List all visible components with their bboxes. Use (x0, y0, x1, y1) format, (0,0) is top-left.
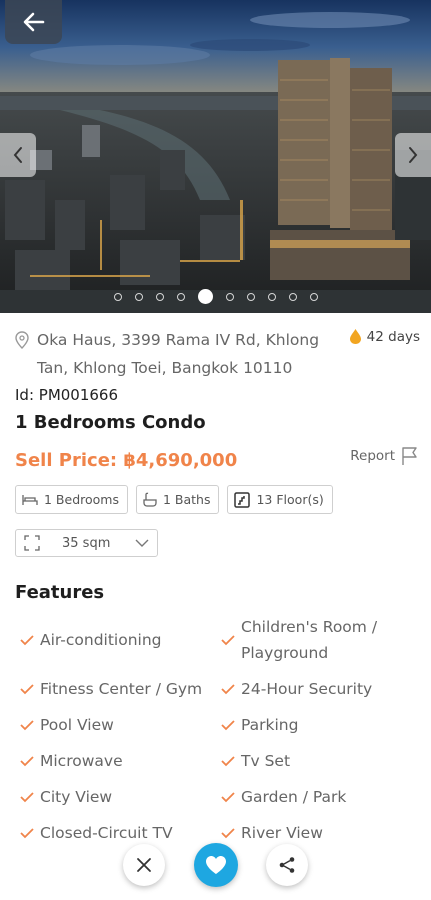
feature-item: Pool View (18, 712, 114, 738)
report-button[interactable]: Report (350, 446, 419, 466)
bathtub-icon (143, 492, 157, 507)
flag-icon (402, 447, 417, 465)
floor-label: 13 Floor(s) (256, 492, 324, 507)
location-pin-icon (15, 331, 29, 349)
favorite-button[interactable] (194, 843, 238, 887)
stairs-icon (234, 491, 251, 508)
heart-icon (206, 856, 226, 874)
expand-arrows-icon (24, 535, 40, 551)
property-address: Oka Haus, 3399 Rama IV Rd, Khlong Tan, K… (37, 331, 320, 377)
check-icon (20, 756, 34, 767)
baths-chip: 1 Baths (135, 485, 220, 514)
property-title: 1 Bedrooms Condo (15, 412, 206, 433)
arrow-left-icon (23, 12, 44, 32)
property-photo (0, 0, 431, 313)
feature-item: Fitness Center / Gym (18, 676, 202, 702)
feature-item: Microwave (18, 748, 123, 774)
check-icon (20, 684, 34, 695)
previous-photo-button[interactable] (0, 133, 36, 177)
pagination-dot[interactable] (134, 292, 143, 301)
close-icon (137, 858, 151, 872)
check-icon (221, 756, 235, 767)
dismiss-button[interactable] (123, 844, 165, 886)
gallery-pagination (0, 289, 431, 304)
pagination-dot-active[interactable] (197, 289, 213, 304)
feature-item: Parking (219, 712, 298, 738)
size-selector[interactable]: 35 sqm (15, 529, 158, 557)
pagination-dot[interactable] (225, 292, 234, 301)
pagination-dot[interactable] (176, 292, 185, 301)
feature-item: Children's Room / Playground (219, 614, 419, 666)
pagination-dot[interactable] (113, 292, 122, 301)
chevron-left-icon (13, 147, 22, 163)
size-value: 35 sqm (62, 535, 111, 551)
pagination-dot[interactable] (246, 292, 255, 301)
check-icon (221, 684, 235, 695)
check-icon (221, 792, 235, 803)
property-id: Id: PM001666 (15, 386, 119, 404)
chevron-down-icon (135, 539, 149, 547)
feature-item: 24-Hour Security (219, 676, 372, 702)
bedrooms-chip: 1 Bedrooms (15, 485, 128, 514)
share-button[interactable] (266, 844, 308, 886)
sell-price: Sell Price: ฿4,690,000 (15, 450, 238, 471)
share-icon (279, 857, 295, 873)
property-photo-gallery[interactable] (0, 0, 431, 313)
droplet-icon (349, 329, 361, 344)
floor-chip: 13 Floor(s) (227, 485, 333, 514)
days-listed: 42 days (349, 328, 420, 345)
report-label: Report (350, 448, 395, 464)
pagination-dot[interactable] (288, 292, 297, 301)
address-row: Oka Haus, 3399 Rama IV Rd, Khlong Tan, K… (15, 326, 420, 382)
spec-chips: 1 Bedrooms 1 Baths 13 Floor(s) (15, 485, 333, 514)
pagination-dot[interactable] (267, 292, 276, 301)
days-listed-label: 42 days (366, 328, 420, 345)
features-heading: Features (15, 582, 105, 603)
feature-item: Air-conditioning (18, 627, 162, 653)
check-icon (20, 635, 34, 646)
check-icon (221, 635, 235, 646)
feature-item: Garden / Park (219, 784, 346, 810)
feature-item: Tv Set (219, 748, 290, 774)
pagination-dot[interactable] (155, 292, 164, 301)
check-icon (20, 792, 34, 803)
bed-icon (22, 494, 38, 505)
check-icon (20, 720, 34, 731)
pagination-dot[interactable] (309, 292, 318, 301)
chevron-right-icon (409, 147, 418, 163)
check-icon (221, 720, 235, 731)
bedrooms-label: 1 Bedrooms (44, 492, 119, 507)
baths-label: 1 Baths (162, 492, 211, 507)
next-photo-button[interactable] (395, 133, 431, 177)
back-button[interactable] (5, 0, 62, 44)
feature-item: City View (18, 784, 112, 810)
